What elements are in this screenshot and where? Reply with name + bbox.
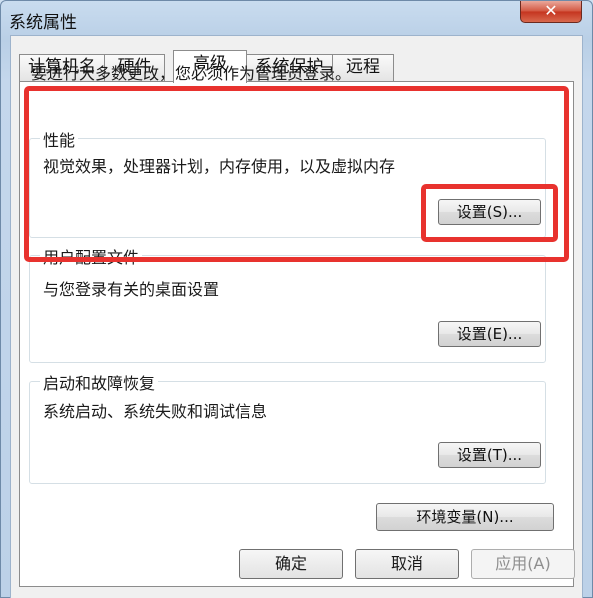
startup-recovery-description: 系统启动、系统失败和调试信息 [43, 402, 268, 421]
close-button[interactable]: ✕ [520, 1, 582, 23]
user-profiles-description: 与您登录有关的桌面设置 [43, 280, 220, 299]
startup-recovery-title: 启动和故障恢复 [40, 370, 159, 394]
admin-note: 要进行大多数更改，您必须作为管理员登录。 [31, 64, 352, 83]
environment-variables-button[interactable]: 环境变量(N)... [376, 503, 554, 531]
highlight-frame-settings-button [421, 184, 558, 242]
window-title: 系统属性 [9, 13, 77, 33]
startup-recovery-settings-button[interactable]: 设置(T)... [438, 442, 541, 468]
system-properties-window: 系统属性 ✕ 计算机名 硬件 高级 系统保护 远程 要进行大多数更改，您必须作为… [0, 0, 593, 598]
ok-button[interactable]: 确定 [239, 549, 343, 579]
close-icon: ✕ [544, 1, 558, 20]
apply-button[interactable]: 应用(A) [471, 549, 575, 579]
title-bar[interactable]: 系统属性 ✕ [1, 1, 592, 35]
startup-recovery-group: 启动和故障恢复 系统启动、系统失败和调试信息 [29, 370, 546, 484]
user-profiles-settings-button[interactable]: 设置(E)... [438, 321, 541, 347]
cancel-button[interactable]: 取消 [355, 549, 459, 579]
